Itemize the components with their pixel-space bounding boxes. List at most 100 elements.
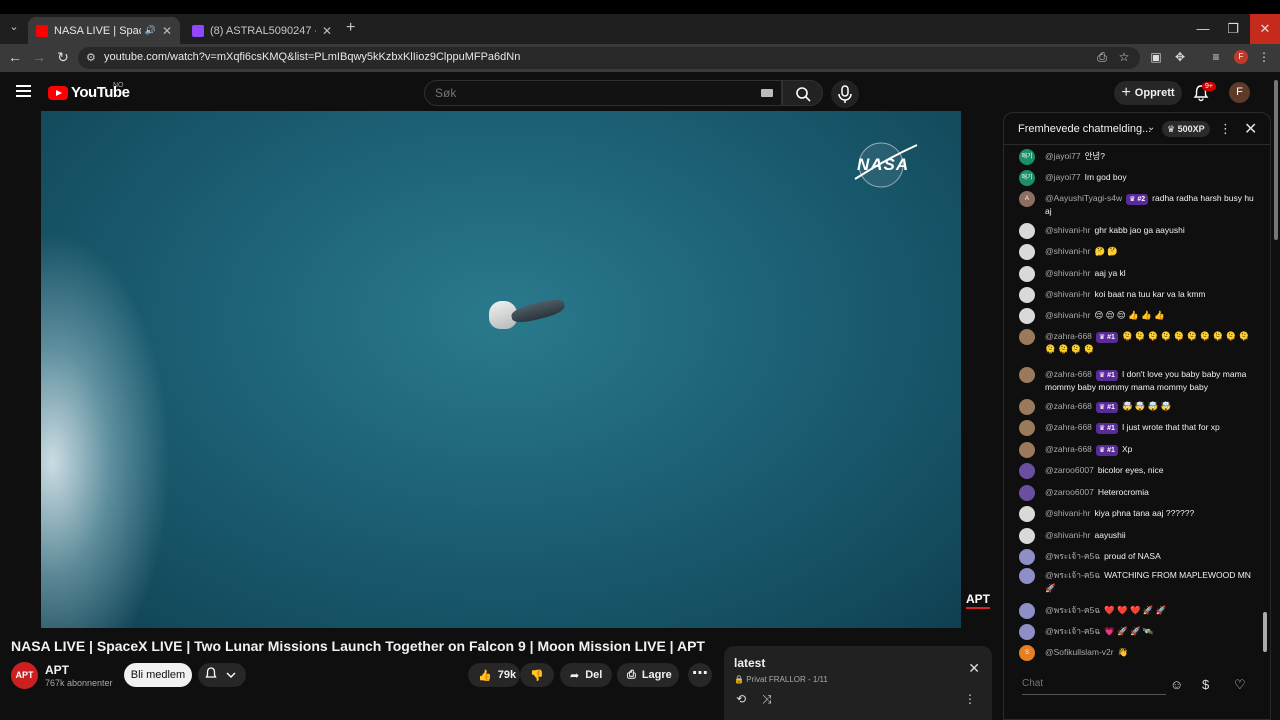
chat-author-name[interactable]: @พระเจ้า-ค5ฉ: [1045, 551, 1100, 561]
chat-author-name[interactable]: @Sofikullslam-v2r: [1045, 647, 1114, 657]
loop-icon[interactable]: ⟲: [736, 692, 746, 706]
chat-author-name[interactable]: @shivani-hr: [1045, 289, 1090, 299]
chat-author-avatar[interactable]: [1019, 367, 1035, 383]
chat-author-avatar[interactable]: A: [1019, 191, 1035, 207]
chat-author-name[interactable]: @shivani-hr: [1045, 310, 1090, 320]
close-chat-icon[interactable]: ✕: [1244, 119, 1257, 139]
menu-icon[interactable]: [16, 85, 31, 97]
playlist-menu-icon[interactable]: ⋮: [964, 692, 976, 706]
chat-mode-label[interactable]: Fremhevede chatmelding...: [1018, 123, 1151, 135]
chat-author-avatar[interactable]: [1019, 442, 1035, 458]
chat-author-avatar[interactable]: [1019, 568, 1035, 584]
close-tab-icon[interactable]: ✕: [322, 24, 332, 38]
site-info-icon[interactable]: ⚙: [86, 51, 96, 64]
maximize-icon[interactable]: ❐: [1218, 14, 1248, 44]
reload-icon[interactable]: ↻: [54, 49, 72, 66]
chat-author-avatar[interactable]: [1019, 329, 1035, 345]
chat-author-name[interactable]: @shivani-hr: [1045, 246, 1090, 256]
chat-author-name[interactable]: @zaroo6007: [1045, 487, 1094, 497]
chat-author-name[interactable]: @jayoi77: [1045, 151, 1081, 161]
dislike-button[interactable]: 👎: [520, 663, 554, 687]
cast-icon[interactable]: ▣: [1148, 50, 1164, 64]
subscription-bell-button[interactable]: [198, 663, 246, 687]
tab-search-icon[interactable]: ⌄: [6, 20, 22, 36]
channel-name[interactable]: APT: [45, 663, 69, 677]
chat-author-avatar[interactable]: [1019, 549, 1035, 565]
chat-author-name[interactable]: @jayoi77: [1045, 172, 1081, 182]
chat-author-avatar[interactable]: 애기: [1019, 170, 1035, 186]
close-playlist-icon[interactable]: ✕: [968, 660, 980, 677]
join-button[interactable]: Bli medlem: [124, 663, 192, 687]
forward-icon[interactable]: →: [30, 49, 48, 65]
chat-menu-icon[interactable]: ⋮: [1219, 121, 1232, 137]
install-app-icon[interactable]: ⎙: [1094, 50, 1110, 65]
like-button[interactable]: 👍 79k: [468, 663, 520, 687]
chat-author-avatar[interactable]: [1019, 485, 1035, 501]
tab-youtube[interactable]: NASA LIVE | SpaceX LIVE | T 🔊 ✕: [28, 17, 180, 44]
chat-author-name[interactable]: @zahra-668: [1045, 422, 1092, 432]
share-button[interactable]: ➦ Del: [560, 663, 612, 687]
emoji-icon[interactable]: ☺: [1170, 677, 1183, 692]
chat-author-avatar[interactable]: 애기: [1019, 149, 1035, 165]
chat-author-name[interactable]: @shivani-hr: [1045, 225, 1090, 235]
chat-author-avatar[interactable]: [1019, 420, 1035, 436]
chat-author-avatar[interactable]: [1019, 603, 1035, 619]
chat-author-avatar[interactable]: S: [1019, 645, 1035, 661]
chat-author-name[interactable]: @zahra-668: [1045, 401, 1092, 411]
playlist-title[interactable]: latest: [734, 656, 765, 670]
chat-author-name[interactable]: @zahra-668: [1045, 369, 1092, 379]
xp-badge[interactable]: ♛ 500XP: [1162, 121, 1210, 137]
more-actions-button[interactable]: ⋯: [688, 663, 712, 687]
chat-author-name[interactable]: @shivani-hr: [1045, 508, 1090, 518]
channel-avatar[interactable]: APT: [11, 662, 38, 689]
chat-author-name[interactable]: @zaroo6007: [1045, 465, 1094, 475]
minimize-icon[interactable]: —: [1188, 14, 1218, 44]
chat-author-avatar[interactable]: [1019, 463, 1035, 479]
audio-playing-icon[interactable]: 🔊: [145, 25, 156, 36]
chat-author-avatar[interactable]: [1019, 506, 1035, 522]
heart-icon[interactable]: ♡: [1234, 677, 1246, 693]
chat-scrollbar[interactable]: [1262, 146, 1268, 656]
chat-author-avatar[interactable]: [1019, 308, 1035, 324]
shuffle-icon[interactable]: ⤨: [762, 692, 772, 707]
chat-input[interactable]: [1022, 673, 1166, 695]
chat-scroll-thumb[interactable]: [1263, 612, 1267, 652]
search-input[interactable]: [435, 86, 735, 100]
chat-author-name[interactable]: @พระเจ้า-ค5ฉ: [1045, 605, 1100, 615]
chat-author-avatar[interactable]: [1019, 528, 1035, 544]
new-tab-icon[interactable]: +: [346, 19, 355, 37]
search-button[interactable]: [782, 80, 823, 106]
super-chat-icon[interactable]: $: [1202, 677, 1209, 692]
chat-author-name[interactable]: @shivani-hr: [1045, 530, 1090, 540]
chat-author-name[interactable]: @zahra-668: [1045, 331, 1092, 341]
save-button[interactable]: ⎙ Lagre: [617, 663, 679, 687]
browser-menu-icon[interactable]: ⋮: [1256, 50, 1272, 64]
chat-author-avatar[interactable]: [1019, 399, 1035, 415]
media-controls-icon[interactable]: ≡: [1208, 50, 1224, 64]
chat-author-name[interactable]: @พระเจ้า-ค5ฉ: [1045, 570, 1100, 580]
voice-search-button[interactable]: [831, 80, 859, 108]
chevron-down-icon[interactable]: ⌄: [1147, 122, 1155, 133]
chat-author-avatar[interactable]: [1019, 287, 1035, 303]
keyboard-icon[interactable]: [761, 89, 773, 97]
account-avatar[interactable]: F: [1229, 82, 1250, 103]
extensions-icon[interactable]: ✥: [1172, 50, 1188, 64]
chat-author-name[interactable]: @พระเจ้า-ค5ฉ: [1045, 626, 1100, 636]
chat-author-name[interactable]: @shivani-hr: [1045, 268, 1090, 278]
browser-profile-avatar[interactable]: F: [1234, 50, 1248, 64]
bookmark-star-icon[interactable]: ☆: [1116, 50, 1132, 64]
chat-author-avatar[interactable]: [1019, 244, 1035, 260]
address-bar[interactable]: ⚙ youtube.com/watch?v=mXqfi6csKMQ&list=P…: [78, 47, 1140, 69]
chat-author-avatar[interactable]: [1019, 223, 1035, 239]
chat-author-avatar[interactable]: [1019, 624, 1035, 640]
create-button[interactable]: + Opprett: [1114, 81, 1182, 105]
close-tab-icon[interactable]: ✕: [162, 24, 172, 38]
close-window-icon[interactable]: ✕: [1250, 14, 1280, 44]
chat-author-name[interactable]: @AayushiTyagi-s4w: [1045, 193, 1122, 203]
video-player[interactable]: NASA: [41, 111, 961, 628]
chat-author-name[interactable]: @zahra-668: [1045, 444, 1092, 454]
back-icon[interactable]: ←: [6, 49, 24, 65]
tab-twitch[interactable]: (8) ASTRAL5090247 - Twitch ✕: [184, 17, 340, 44]
chat-author-avatar[interactable]: [1019, 266, 1035, 282]
page-scrollbar[interactable]: [1274, 80, 1278, 240]
